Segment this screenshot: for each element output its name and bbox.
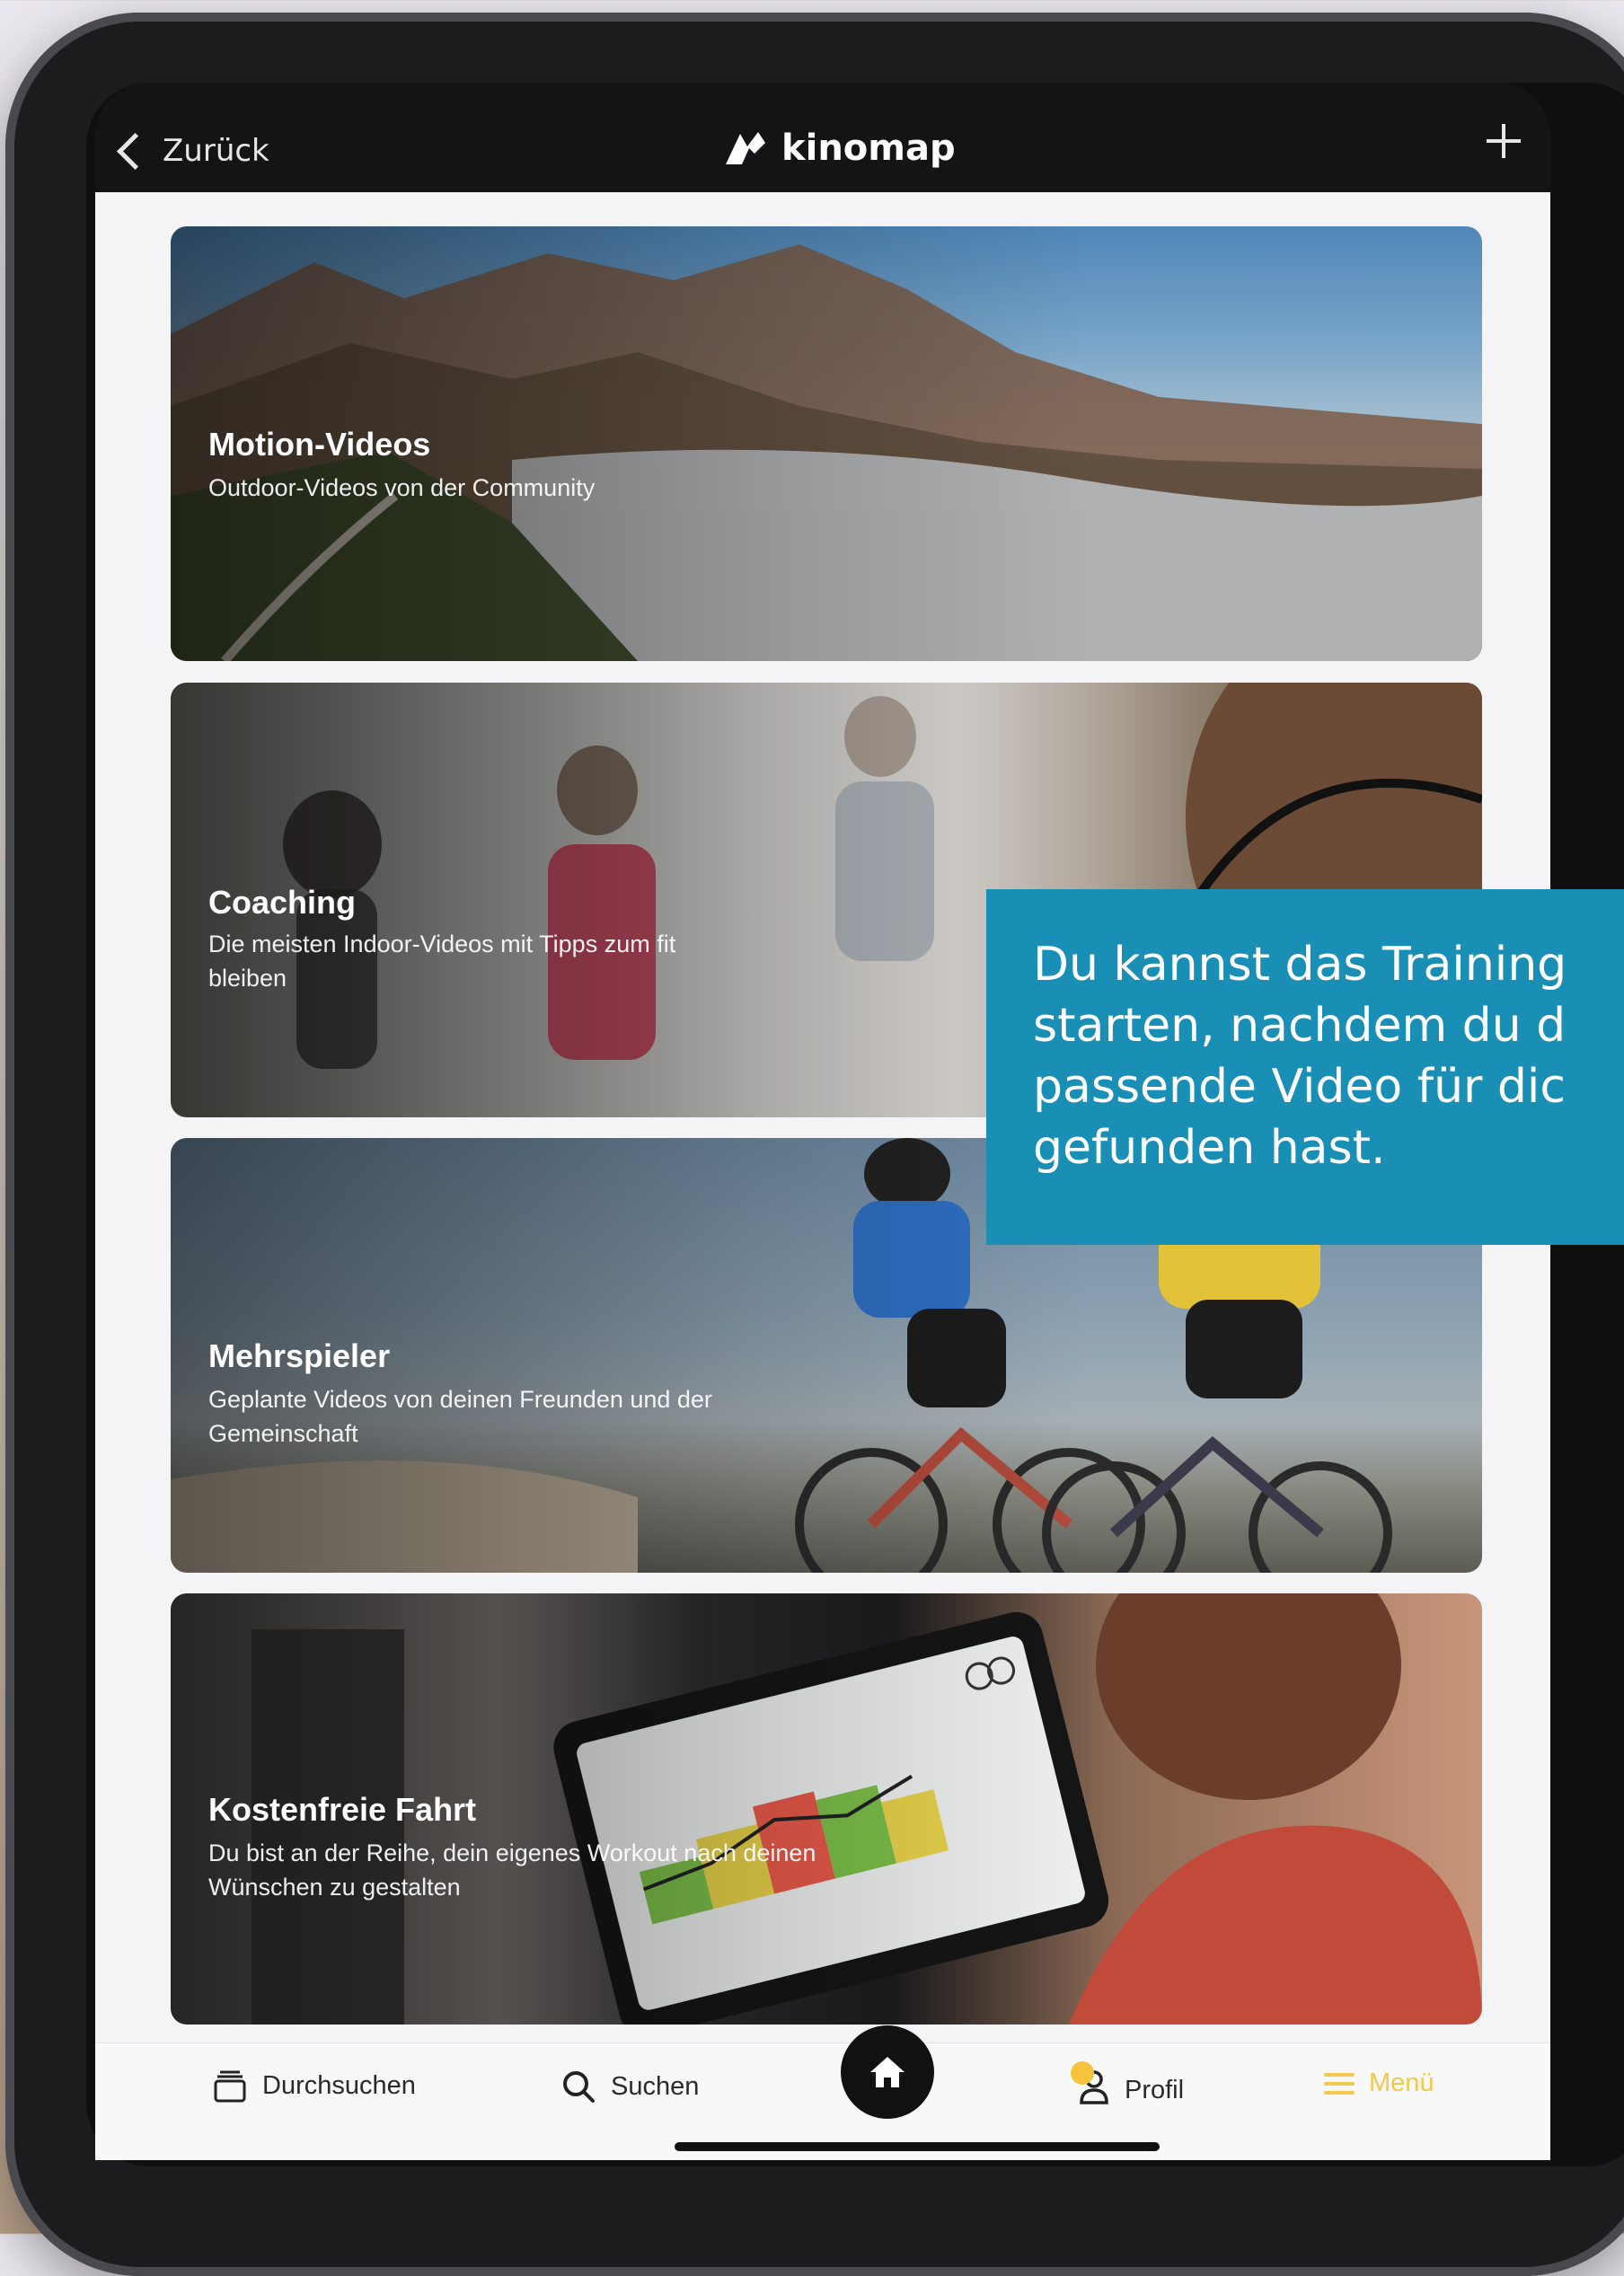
search-icon [563,2071,595,2103]
card-motion-videos[interactable]: Motion-Videos Outdoor-Videos von der Com… [171,226,1482,661]
tab-menu-label: Menü [1369,2069,1434,2097]
brand-name: kinomap [781,128,956,169]
home-indicator [675,2142,1160,2151]
tab-browse[interactable]: Durchsuchen [212,2069,416,2103]
tab-search-label: Suchen [611,2071,700,2101]
card-title: Motion-Videos [208,426,431,463]
bottom-tab-bar: Durchsuchen Suchen Profil Menü [95,2025,1550,2160]
tooltip-line: passende Video für dic [1033,1060,1566,1114]
home-button[interactable] [841,2025,934,2119]
home-icon [870,2057,905,2087]
card-subtitle: Geplante Videos von deinen Freunden und … [208,1386,712,1447]
stack-icon [214,2070,246,2103]
notification-badge [1071,2061,1094,2085]
card-subtitle: Die meisten Indoor-Videos mit Tipps zum … [208,931,676,992]
menu-icon [1324,2072,1355,2095]
chevron-left-icon [116,132,154,170]
card-subtitle: Du bist an der Reihe, dein eigenes Worko… [208,1839,816,1901]
card-title: Coaching [208,884,357,921]
tab-profile-label: Profil [1125,2075,1185,2104]
tooltip-line: starten, nachdem du d [1033,999,1567,1053]
tooltip-line: gefunden hast. [1033,1121,1386,1175]
card-title: Kostenfreie Fahrt [208,1791,477,1828]
kinomap-logo-icon [726,132,765,164]
tab-profile[interactable]: Profil [1071,2061,1185,2112]
app-logo: kinomap [724,128,956,169]
tab-browse-label: Durchsuchen [262,2070,416,2100]
card-free-ride[interactable]: Kostenfreie Fahrt Du bist an der Reihe, … [171,1593,1482,2025]
top-navigation-bar: Zurück kinomap [95,83,1550,194]
tab-menu[interactable]: Menü [1324,2069,1434,2098]
tooltip-line: Du kannst das Training [1033,938,1567,992]
tab-search[interactable]: Suchen [560,2069,699,2104]
profile-icon-wrap [1071,2061,1110,2112]
back-button[interactable]: Zurück [116,132,269,170]
back-label: Zurück [163,133,269,169]
onboarding-tooltip: Du kannst das Training starten, nachdem … [986,889,1624,1245]
add-icon[interactable] [1484,120,1523,160]
card-title: Mehrspieler [208,1337,391,1374]
card-subtitle: Outdoor-Videos von der Community [208,474,596,501]
